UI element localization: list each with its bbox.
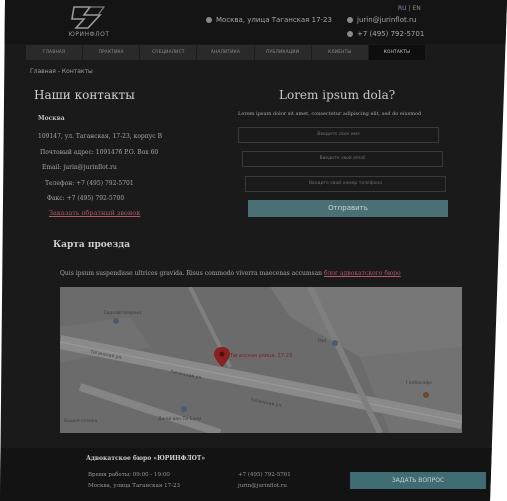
- contacts-address: 109147, ул. Таганская, 17-23, корпус B: [38, 133, 162, 140]
- footer-phone[interactable]: +7 (495) 792-5701: [238, 472, 291, 478]
- header-phone-text: +7 (495) 792-5701: [357, 30, 425, 38]
- map-label-poi2: Pod: [318, 339, 327, 344]
- map-label-poi3: Гелбакафе: [406, 381, 433, 386]
- top-bar: ЮРИНФЛОТ Москва, улица Таганская 17-23 j…: [0, 0, 507, 44]
- map-section-text-body: Quis ipsum suspendisse ultrices gravida.…: [60, 270, 323, 277]
- header-address: Москва, улица Таганская 17-23: [206, 16, 332, 24]
- map-label-poi5: Вашня стенка: [64, 419, 98, 424]
- form-subtitle: Lorem ipsum dolor sit amet, consectetur …: [238, 111, 422, 117]
- nav-item-analytics[interactable]: АНАЛИТИКА: [197, 45, 255, 60]
- nav-item-clients[interactable]: КЛИЕНТЫ: [312, 45, 369, 60]
- phone-input[interactable]: Введите свой номер телефона: [245, 176, 446, 192]
- header-email-text: jurin@jurinflot.ru: [357, 16, 417, 24]
- map-section-text: Quis ipsum suspendisse ultrices gravida.…: [60, 270, 401, 277]
- map-label-poi4: Джей ван Ти Бани: [158, 417, 202, 422]
- lang-en[interactable]: EN: [412, 5, 420, 12]
- lang-ru[interactable]: RU: [398, 5, 407, 12]
- contacts-city: Москва: [38, 115, 65, 122]
- logo-text: ЮРИНФЛОТ: [68, 31, 110, 38]
- breadcrumb: Главная - Контакты: [30, 68, 93, 75]
- contacts-phone[interactable]: Телефон: +7 (495) 792-5701: [45, 180, 134, 187]
- map-poi-1-icon: [113, 318, 119, 324]
- footer-hours: Время работы: 09:00 - 19:00: [88, 472, 170, 478]
- map-poi-2-icon: [332, 340, 338, 346]
- nav-item-specialist[interactable]: СПЕЦИАЛИСТ: [140, 45, 198, 60]
- nav-item-publications[interactable]: ПУБЛИКАЦИИ: [255, 45, 312, 60]
- contacts-fax: Факс: +7 (495) 792-5700: [47, 195, 125, 202]
- header-phone[interactable]: +7 (495) 792-5701: [347, 30, 424, 38]
- map-label-poi1: Евроавтосервис: [104, 311, 143, 316]
- submit-button[interactable]: Отправить: [248, 200, 448, 217]
- blog-link[interactable]: блог адвокатского бюро: [324, 270, 401, 277]
- contacts-postal: Почтовый адрес: 109147б P.O. Box 60: [40, 149, 159, 156]
- ask-question-button[interactable]: ЗАДАТЬ ВОПРОС: [350, 472, 486, 489]
- contacts-title: Наши контакты: [34, 88, 135, 102]
- map-poi-3-icon: [423, 392, 429, 398]
- map-poi-4-icon: [181, 406, 187, 412]
- map-pin-label: Таганская улица, 17-23: [230, 353, 293, 359]
- footer-title: Адвокатское бюро «ЮРИНФЛОТ»: [86, 455, 206, 462]
- location-pin-icon: [206, 17, 212, 23]
- email-input[interactable]: Введите свой email: [242, 151, 443, 167]
- logo[interactable]: ЮРИНФЛОТ: [64, 4, 114, 40]
- contacts-email[interactable]: Email: jurin@jurinflot.ru: [42, 164, 117, 171]
- logo-mark-icon: [71, 6, 106, 29]
- nav-item-contacts[interactable]: КОНТАКТЫ: [368, 45, 426, 60]
- nav-item-practice[interactable]: ПРАКТИКА: [83, 45, 141, 60]
- header-email[interactable]: jurin@jurinflot.ru: [347, 16, 416, 24]
- map-embed[interactable]: Евроавтосервис Pod Гелбакафе Джей ван Ти…: [60, 287, 462, 433]
- page: ЮРИНФЛОТ Москва, улица Таганская 17-23 j…: [0, 0, 507, 501]
- footer-email[interactable]: jurin@jurinflot.ru: [238, 483, 287, 489]
- footer-address: Москва, улица Таганская 17-23: [88, 483, 180, 489]
- main-nav: ГЛАВНАЯ ПРАКТИКА СПЕЦИАЛИСТ АНАЛИТИКА ПУ…: [26, 45, 426, 60]
- name-input[interactable]: Введите свое имя: [238, 127, 439, 143]
- form-title: Lorem ipsum dola?: [279, 88, 396, 102]
- callback-link[interactable]: Заказать обратный звонок: [49, 209, 140, 217]
- phone-icon: [347, 31, 353, 37]
- map-section-title: Карта проезда: [53, 240, 131, 250]
- nav-item-home[interactable]: ГЛАВНАЯ: [26, 45, 84, 60]
- language-switcher: RU | EN: [398, 5, 421, 12]
- mail-icon: [347, 17, 353, 23]
- header-address-text: Москва, улица Таганская 17-23: [216, 16, 332, 24]
